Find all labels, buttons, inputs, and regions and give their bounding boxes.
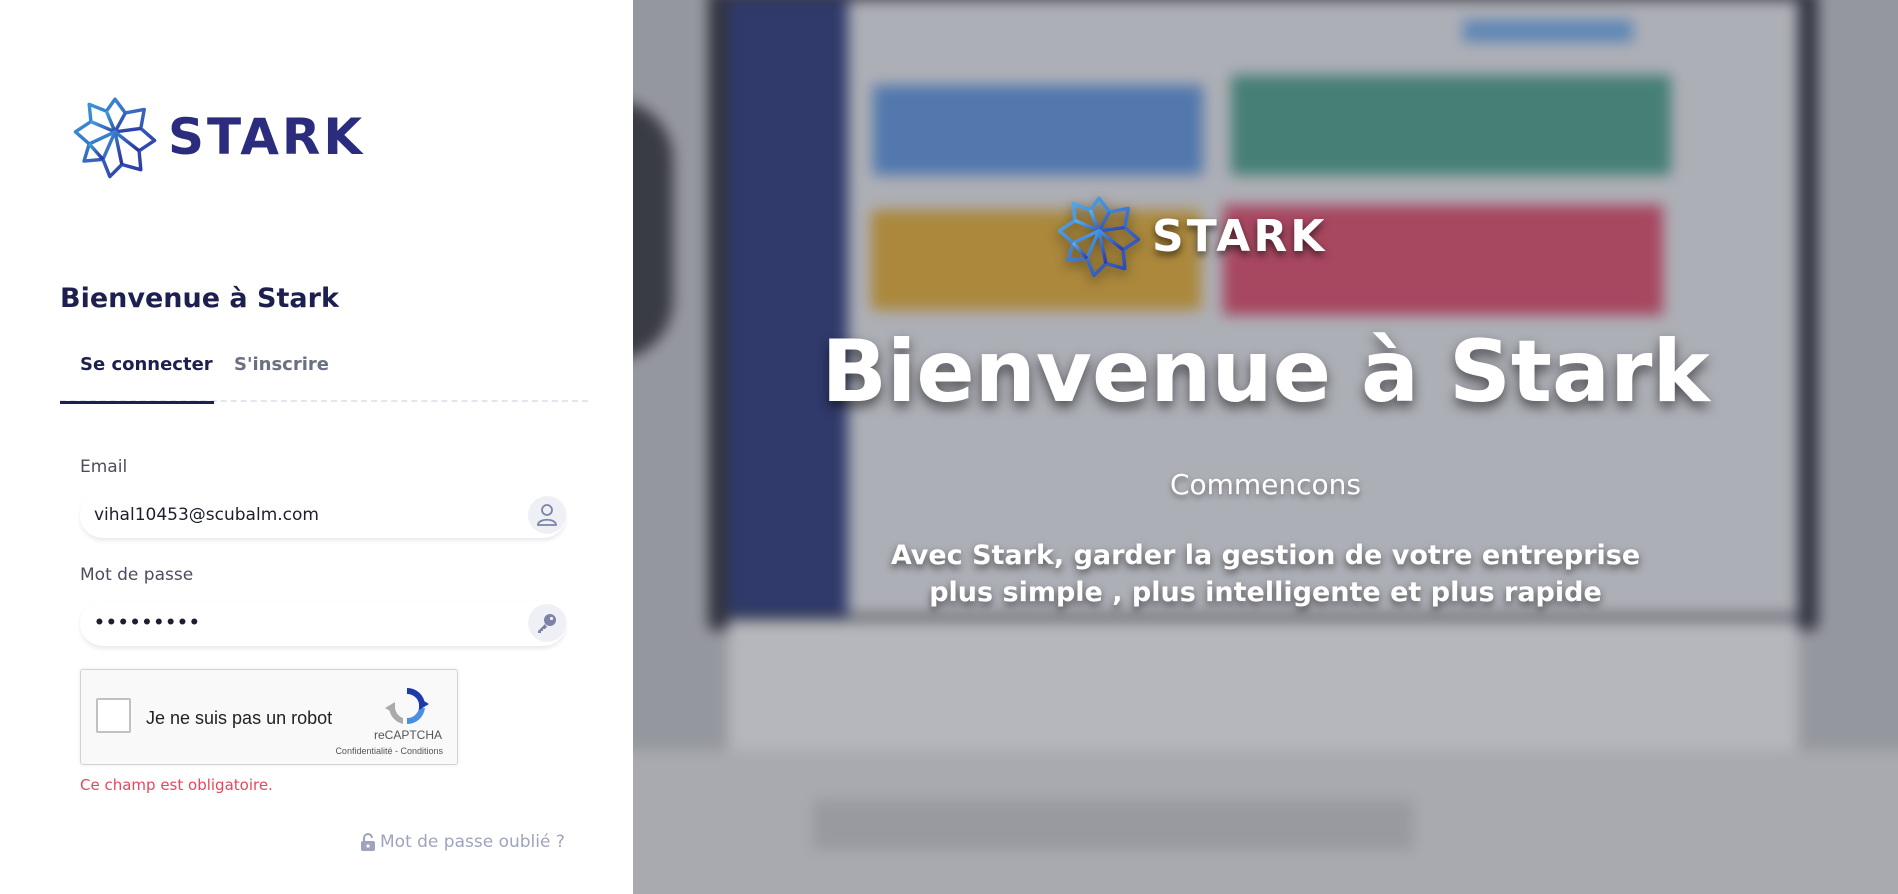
key-icon [528, 604, 566, 642]
recaptcha-links[interactable]: Confidentialité - Conditions [335, 746, 443, 756]
hero-overlay [633, 0, 1898, 894]
hero-description-line2: plus simple , plus intelligente et plus … [929, 577, 1602, 608]
hero-brand-name: STARK [1152, 210, 1328, 262]
email-field-wrapper [80, 493, 566, 539]
stark-logo-icon [73, 97, 157, 179]
recaptcha-widget: Je ne suis pas un robot reCAPTCHA Confid… [80, 669, 458, 765]
password-label: Mot de passe [80, 565, 194, 585]
login-panel: STARK Bienvenue à Stark Se connecter S'i… [0, 0, 633, 894]
brand-name: STARK [168, 108, 366, 166]
recaptcha-error: Ce champ est obligatoire. [80, 776, 273, 794]
email-field[interactable] [94, 493, 494, 537]
password-field[interactable] [94, 601, 494, 645]
unlock-icon [361, 833, 375, 851]
auth-tabs: Se connecter S'inscrire [60, 350, 588, 404]
hero-subtitle: Commencons [1169, 468, 1362, 501]
tab-register[interactable]: S'inscrire [234, 354, 329, 400]
hero-description: Avec Stark, garder la gestion de votre e… [633, 537, 1898, 611]
forgot-password-link[interactable]: Mot de passe oublié ? [360, 832, 565, 852]
password-field-wrapper [80, 601, 566, 647]
hero-description-line1: Avec Stark, garder la gestion de votre e… [890, 540, 1641, 571]
stark-logo-icon [1057, 196, 1141, 278]
recaptcha-brand: reCAPTCHA [373, 728, 442, 742]
tab-login[interactable]: Se connecter [60, 354, 214, 404]
hero-panel: STARK Bienvenue à Stark Commencons Avec … [633, 0, 1898, 894]
brand-logo: STARK [72, 94, 365, 180]
forgot-password-label: Mot de passe oublié ? [380, 832, 565, 852]
email-label: Email [80, 457, 128, 477]
hero-title: Bienvenue à Stark [821, 322, 1710, 422]
recaptcha-label: Je ne suis pas un robot [146, 708, 333, 728]
hero-logo: STARK [1056, 193, 1327, 279]
recaptcha-icon [385, 687, 429, 725]
user-icon [528, 496, 566, 534]
page-title: Bienvenue à Stark [60, 283, 339, 314]
recaptcha-checkbox[interactable] [96, 698, 131, 733]
